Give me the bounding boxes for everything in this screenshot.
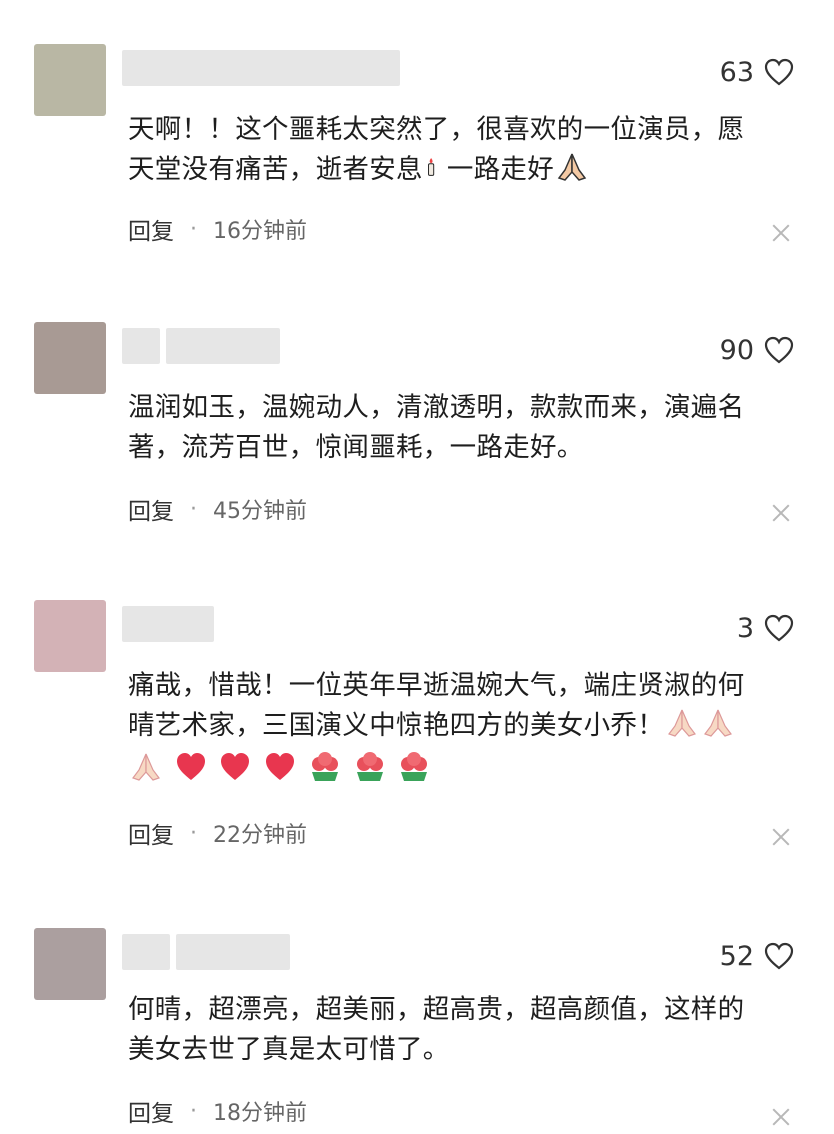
- reply-button[interactable]: 回复: [128, 492, 174, 526]
- comment-text-line: 晴艺术家，三国演义中惊艳四方的美女小乔！: [128, 706, 788, 746]
- rose-bouquet-emoji: [311, 752, 338, 781]
- username-blurred[interactable]: [176, 934, 290, 970]
- avatar[interactable]: [34, 600, 106, 672]
- comment-text-segment: 晴艺术家，三国演义中惊艳四方的美女小乔！: [128, 710, 664, 741]
- comment-text: 温润如玉，温婉动人，清澈透明，款款而来，演遍名 著，流芳百世，惊闻噩耗，一路走好…: [128, 388, 788, 468]
- separator-dot: ·: [190, 216, 197, 242]
- close-icon[interactable]: [772, 1108, 790, 1126]
- like-button[interactable]: 90: [720, 332, 794, 368]
- heart-outline-icon: [764, 58, 794, 86]
- comment-time: 16分钟前: [213, 219, 307, 244]
- comment-meta: 回复 · 16分钟前: [128, 212, 307, 246]
- comment-text-segment: 天堂没有痛苦，逝者安息: [128, 154, 423, 185]
- like-button[interactable]: 63: [720, 54, 794, 90]
- like-count: 3: [736, 612, 754, 644]
- like-count: 63: [719, 56, 754, 88]
- red-heart-emoji: [221, 753, 250, 780]
- emoji-row: [128, 750, 788, 790]
- like-button[interactable]: 52: [720, 938, 794, 974]
- comment-text-segment: 一路走好: [446, 154, 555, 185]
- comment-text: 何晴，超漂亮，超美丽，超高贵，超高颜值，这样的 美女去世了真是太可惜了。: [128, 990, 788, 1070]
- comment-text: 天啊！！这个噩耗太突然了，很喜欢的一位演员，愿 天堂没有痛苦，逝者安息 一路走好: [128, 110, 788, 190]
- reply-button[interactable]: 回复: [128, 212, 174, 246]
- red-heart-emoji: [176, 753, 205, 780]
- username-blurred[interactable]: [122, 934, 170, 970]
- close-icon[interactable]: [772, 504, 790, 522]
- separator-dot: ·: [190, 1098, 197, 1124]
- separator-dot: ·: [190, 820, 197, 846]
- separator-dot: ·: [190, 496, 197, 522]
- red-heart-emoji: [266, 753, 295, 780]
- comment-time: 18分钟前: [213, 1101, 307, 1126]
- folded-hands-emoji: [132, 753, 160, 781]
- username-blurred[interactable]: [122, 606, 214, 642]
- folded-hands-emoji: [704, 709, 732, 737]
- comment-text-line: 天堂没有痛苦，逝者安息 一路走好: [128, 150, 788, 190]
- close-icon[interactable]: [772, 224, 790, 242]
- comment-text-line: 美女去世了真是太可惜了。: [128, 1034, 450, 1065]
- reply-button[interactable]: 回复: [128, 816, 174, 850]
- heart-outline-icon: [764, 614, 794, 642]
- comment-text: 痛哉，惜哉！一位英年早逝温婉大气，端庄贤淑的何 晴艺术家，三国演义中惊艳四方的美…: [128, 666, 788, 790]
- comment-meta: 回复 · 45分钟前: [128, 492, 307, 526]
- username-blurred[interactable]: [122, 50, 400, 86]
- heart-outline-icon: [764, 942, 794, 970]
- comment-text-line: 痛哉，惜哉！一位英年早逝温婉大气，端庄贤淑的何: [128, 670, 745, 701]
- like-count: 52: [719, 940, 754, 972]
- avatar[interactable]: [34, 322, 106, 394]
- folded-hands-emoji: [668, 709, 696, 737]
- rose-bouquet-emoji: [401, 752, 428, 781]
- heart-outline-icon: [764, 336, 794, 364]
- comment-meta: 回复 · 22分钟前: [128, 816, 307, 850]
- username-blurred[interactable]: [122, 328, 160, 364]
- comment-text-line: 何晴，超漂亮，超美丽，超高贵，超高颜值，这样的: [128, 994, 745, 1025]
- rose-bouquet-emoji: [356, 752, 383, 781]
- like-count: 90: [719, 334, 754, 366]
- username-blurred[interactable]: [166, 328, 280, 364]
- comment-text-line: 温润如玉，温婉动人，清澈透明，款款而来，演遍名: [128, 392, 745, 423]
- comment-time: 45分钟前: [213, 499, 307, 524]
- like-button[interactable]: 3: [737, 610, 794, 646]
- close-icon[interactable]: [772, 828, 790, 846]
- avatar[interactable]: [34, 928, 106, 1000]
- folded-hands-emoji: [557, 153, 587, 181]
- comment-time: 22分钟前: [213, 823, 307, 848]
- comment-text-line: 天啊！！这个噩耗太突然了，很喜欢的一位演员，愿: [128, 114, 745, 145]
- comment-meta: 回复 · 18分钟前: [128, 1094, 307, 1128]
- avatar[interactable]: [34, 44, 106, 116]
- candle-emoji: [427, 157, 435, 176]
- comment-text-line: 著，流芳百世，惊闻噩耗，一路走好。: [128, 432, 584, 463]
- reply-button[interactable]: 回复: [128, 1094, 174, 1128]
